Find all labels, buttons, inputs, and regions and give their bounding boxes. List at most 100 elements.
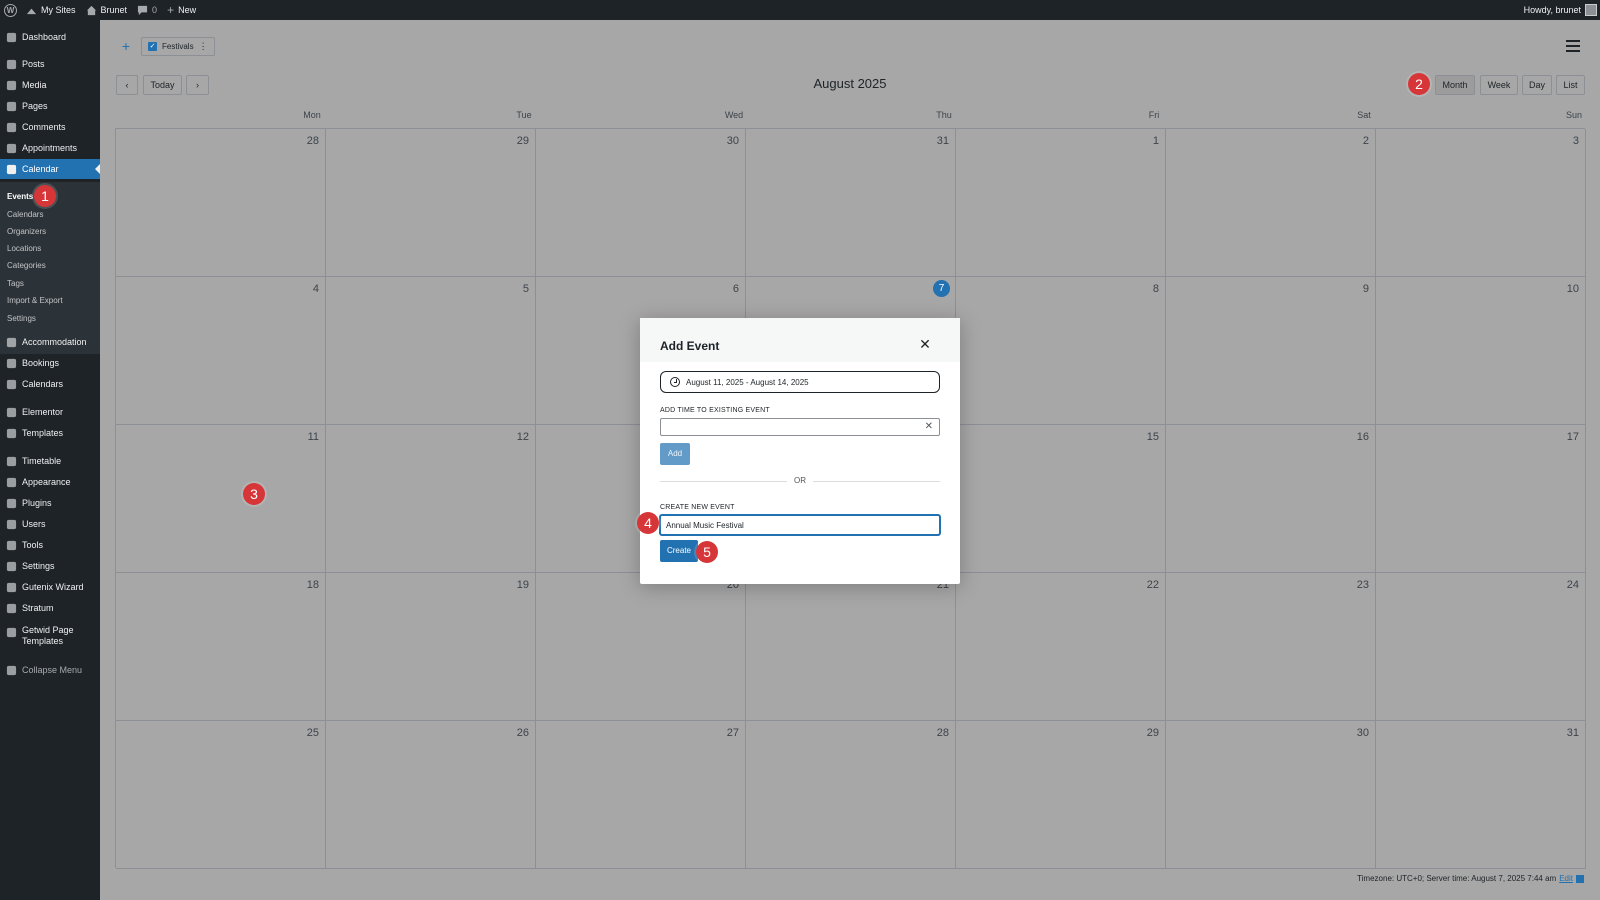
close-icon[interactable]: ✕ (917, 336, 933, 352)
sidebar-item-appearance[interactable]: Appearance (0, 472, 100, 492)
day-number: 28 (936, 727, 949, 739)
view-week-button[interactable]: Week (1480, 75, 1518, 95)
sidebar-item-gutenix-wizard[interactable]: Gutenix Wizard (0, 577, 100, 597)
today-button[interactable]: Today (143, 75, 182, 95)
submenu-item-locations[interactable]: Locations (7, 241, 41, 255)
next-month-button[interactable]: › (186, 75, 209, 95)
day-number: 5 (522, 283, 529, 295)
timezone-footer: Timezone: UTC+0; Server time: August 7, … (1357, 874, 1584, 883)
weekday-mon: Mon (303, 110, 321, 120)
new-content-menu[interactable]: + New (162, 0, 201, 20)
sidebar-item-plugins[interactable]: Plugins (0, 493, 100, 513)
sidebar-item-users[interactable]: Users (0, 514, 100, 534)
edit-timezone-link[interactable]: Edit (1559, 874, 1573, 883)
day-cell[interactable]: 10 (1376, 277, 1586, 425)
annotation-badge-3: 3 (243, 483, 265, 505)
day-cell[interactable]: 31 (1376, 721, 1586, 869)
day-cell[interactable]: 23 (1166, 573, 1376, 721)
sidebar-item-stratum[interactable]: Stratum (0, 598, 100, 618)
day-cell[interactable]: 4 (116, 277, 326, 425)
add-calendar-button[interactable]: + (118, 38, 134, 54)
date-range-display[interactable]: August 11, 2025 - August 14, 2025 (660, 371, 940, 393)
sidebar-item-calendars[interactable]: Calendars (0, 374, 100, 394)
day-cell[interactable]: 3 (1376, 129, 1586, 277)
day-cell[interactable]: 20 (536, 573, 746, 721)
sidebar-item-elementor[interactable]: Elementor (0, 402, 100, 422)
existing-event-select[interactable]: ✕ (660, 418, 940, 436)
site-name-menu[interactable]: Brunet (81, 0, 133, 20)
sidebar-item-collapse-menu[interactable]: Collapse Menu (0, 660, 100, 680)
day-cell[interactable]: 25 (116, 721, 326, 869)
wordpress-logo-icon[interactable]: W (4, 3, 17, 17)
day-cell[interactable]: 31 (746, 129, 956, 277)
view-day-button[interactable]: Day (1522, 75, 1552, 95)
day-cell[interactable]: 5 (326, 277, 536, 425)
day-cell[interactable]: 11 (116, 425, 326, 573)
day-cell[interactable]: 24 (1376, 573, 1586, 721)
submenu-item-settings[interactable]: Settings (7, 311, 36, 325)
day-cell[interactable]: 27 (536, 721, 746, 869)
weekday-wed: Wed (724, 110, 744, 120)
day-cell[interactable]: 12 (326, 425, 536, 573)
submenu-item-tags[interactable]: Tags (7, 276, 24, 290)
day-cell[interactable]: 2 (1166, 129, 1376, 277)
day-cell[interactable]: 8 (956, 277, 1166, 425)
sidebar-item-tools[interactable]: Tools (0, 535, 100, 555)
checkbox-checked-icon[interactable]: ✓ (148, 42, 157, 51)
sidebar-item-settings[interactable]: Settings (0, 556, 100, 576)
clear-icon[interactable]: ✕ (925, 421, 933, 432)
day-number: 24 (1566, 579, 1579, 591)
create-button[interactable]: Create (660, 540, 698, 562)
calendar-filter-chip[interactable]: ✓ Festivals ⋮ (141, 37, 215, 56)
day-cell[interactable]: 22 (956, 573, 1166, 721)
day-number: 16 (1356, 431, 1369, 443)
prev-month-button[interactable]: ‹ (116, 75, 138, 95)
sidebar-item-dashboard[interactable]: Dashboard (0, 27, 100, 47)
submenu-item-organizers[interactable]: Organizers (7, 224, 46, 238)
account-menu[interactable]: Howdy, brunet (1524, 4, 1600, 16)
day-cell[interactable]: 15 (956, 425, 1166, 573)
day-cell[interactable]: 26 (326, 721, 536, 869)
plus-icon: + (167, 3, 175, 17)
sidebar-item-appointments[interactable]: Appointments (0, 138, 100, 158)
day-cell[interactable]: 16 (1166, 425, 1376, 573)
sidebar-item-pages[interactable]: Pages (0, 96, 100, 116)
day-cell[interactable]: 21 (746, 573, 956, 721)
add-button[interactable]: Add (660, 443, 690, 465)
submenu-item-categories[interactable]: Categories (7, 258, 46, 272)
day-cell[interactable]: 19 (326, 573, 536, 721)
view-month-button[interactable]: Month (1435, 75, 1475, 95)
sidebar-item-label: Timetable (22, 456, 62, 466)
sidebar-item-media[interactable]: Media (0, 75, 100, 95)
sidebar-item-bookings[interactable]: Bookings (0, 353, 100, 373)
sidebar-item-getwid-page-templates[interactable]: Getwid Page Templates (0, 625, 100, 653)
view-list-button[interactable]: List (1556, 75, 1585, 95)
day-cell[interactable]: 28 (116, 129, 326, 277)
day-cell[interactable]: 29 (326, 129, 536, 277)
day-cell[interactable]: 9 (1166, 277, 1376, 425)
sidebar-item-templates[interactable]: Templates (0, 423, 100, 443)
day-cell[interactable]: 18 (116, 573, 326, 721)
day-cell[interactable]: 17 (1376, 425, 1586, 573)
day-cell[interactable]: 30 (536, 129, 746, 277)
submenu-item-events[interactable]: Events (7, 189, 33, 203)
sidebar-item-accommodation[interactable]: Accommodation (0, 332, 100, 352)
sidebar-item-comments[interactable]: Comments (0, 117, 100, 137)
more-options-icon[interactable]: ⋮ (199, 41, 208, 52)
day-cell[interactable]: 1 (956, 129, 1166, 277)
day-cell[interactable]: 30 (1166, 721, 1376, 869)
sidebar-item-posts[interactable]: Posts (0, 54, 100, 74)
day-cell[interactable]: 29 (956, 721, 1166, 869)
hamburger-menu-icon[interactable] (1566, 40, 1580, 52)
sidebar-item-calendar[interactable]: Calendar (0, 159, 100, 179)
day-cell[interactable]: 28 (746, 721, 956, 869)
new-event-title-input[interactable]: Annual Music Festival (660, 515, 940, 535)
sidebar-item-timetable[interactable]: Timetable (0, 451, 100, 471)
submenu-item-calendars[interactable]: Calendars (7, 207, 43, 221)
timezone-text: Timezone: UTC+0; Server time: August 7, … (1357, 874, 1557, 883)
my-sites-menu[interactable]: My Sites (21, 0, 81, 20)
external-link-icon[interactable] (1576, 874, 1584, 883)
comments-menu[interactable]: 0 (132, 0, 162, 20)
day-number: 22 (1146, 579, 1159, 591)
submenu-item-import-export[interactable]: Import & Export (7, 293, 63, 307)
